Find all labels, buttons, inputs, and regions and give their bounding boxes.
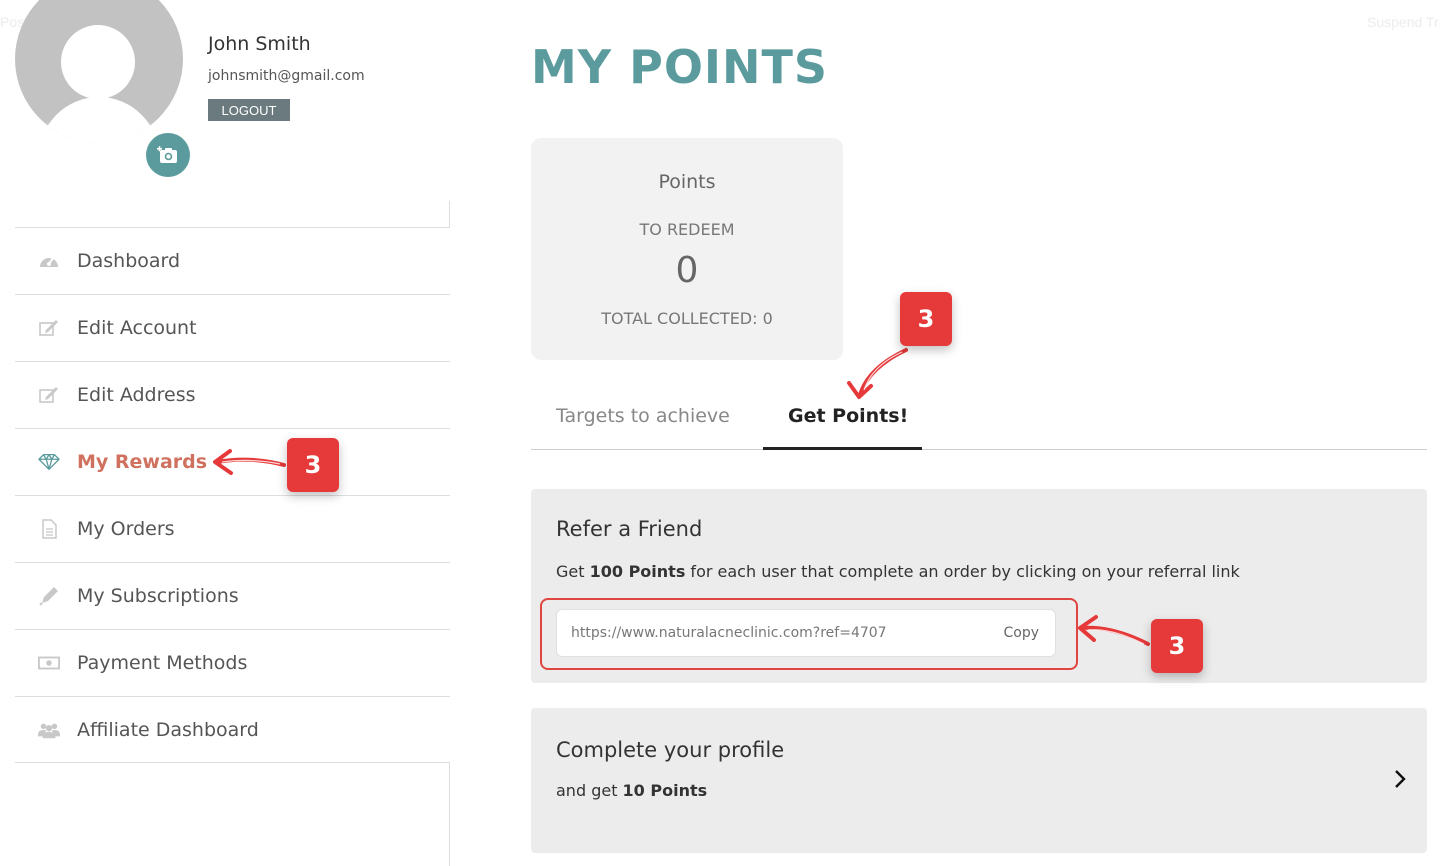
refer-points: 100 Points (589, 562, 686, 581)
sidebar-item-my-orders[interactable]: My Orders (15, 495, 450, 562)
complete-profile-card[interactable]: Complete your profile and get 10 Points (531, 708, 1427, 853)
sidebar-item-payment-methods[interactable]: Payment Methods (15, 629, 450, 696)
edit-icon (38, 385, 60, 405)
step-badge: 3 (900, 292, 952, 346)
user-email: johnsmith@gmail.com (208, 68, 365, 84)
sidebar-item-affiliate-dashboard[interactable]: Affiliate Dashboard (15, 696, 450, 763)
sidebar-item-label: My Subscriptions (77, 585, 239, 607)
sidebar-item-label: Edit Account (77, 317, 197, 339)
sidebar-item-label: My Rewards (77, 451, 208, 473)
sidebar-item-edit-account[interactable]: Edit Account (15, 294, 450, 361)
profile-title: Complete your profile (556, 738, 785, 762)
sidebar-item-label: My Orders (77, 518, 175, 540)
user-name: John Smith (208, 33, 311, 55)
points-value: 0 (675, 250, 699, 291)
sidebar-item-label: Payment Methods (77, 652, 248, 674)
pencil-icon (38, 586, 60, 606)
points-card-subtitle: TO REDEEM (639, 220, 735, 239)
arrow-to-get-points (858, 348, 908, 397)
tabs-divider (531, 449, 1427, 450)
sidebar-item-my-rewards[interactable]: My Rewards (15, 428, 450, 495)
arrow-to-get-points-head (847, 381, 873, 399)
highlight-box (540, 598, 1078, 670)
change-photo-button[interactable] (146, 133, 190, 177)
points-card: Points TO REDEEM 0 TOTAL COLLECTED: 0 (531, 138, 843, 360)
money-icon (38, 653, 60, 673)
users-icon (38, 720, 60, 740)
camera-plus-icon (157, 146, 177, 163)
sidebar-menu: Dashboard Edit Account Edit Address My R… (15, 227, 450, 763)
refer-description: Get 100 Points for each user that comple… (556, 562, 1240, 581)
active-tab-indicator (763, 447, 922, 450)
profile-description: and get 10 Points (556, 781, 708, 800)
sidebar-item-edit-address[interactable]: Edit Address (15, 361, 450, 428)
background-label-right: Suspend Tr (1367, 14, 1439, 30)
step-badge: 3 (287, 438, 339, 492)
sidebar-item-label: Dashboard (77, 250, 181, 272)
tab-get-points[interactable]: Get Points! (788, 405, 908, 427)
sidebar-item-dashboard[interactable]: Dashboard (15, 227, 450, 294)
chevron-right-icon[interactable] (1393, 768, 1407, 790)
diamond-icon (38, 452, 60, 472)
dashboard-icon (38, 251, 60, 271)
points-card-title: Points (658, 171, 716, 193)
page-title: MY POINTS (531, 40, 829, 94)
logout-button[interactable]: LOGOUT (208, 99, 290, 121)
step-badge: 3 (1151, 619, 1203, 673)
sidebar-item-my-subscriptions[interactable]: My Subscriptions (15, 562, 450, 629)
profile-points: 10 Points (622, 781, 708, 800)
tab-targets-to-achieve[interactable]: Targets to achieve (556, 405, 730, 427)
refer-title: Refer a Friend (556, 517, 703, 541)
edit-icon (38, 318, 60, 338)
sidebar-item-label: Affiliate Dashboard (77, 718, 259, 741)
sidebar-item-label: Edit Address (77, 384, 196, 406)
total-collected: TOTAL COLLECTED: 0 (601, 309, 773, 328)
document-icon (38, 519, 60, 539)
